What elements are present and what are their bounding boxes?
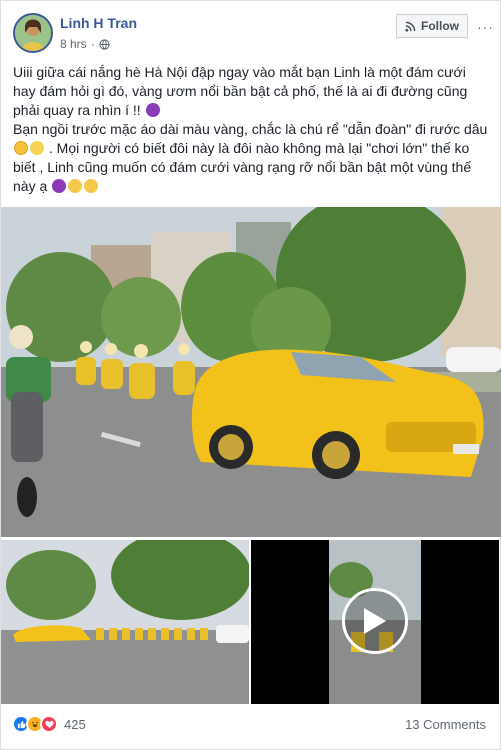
reactions-summary[interactable]: 425 xyxy=(12,715,86,733)
post-text: Uiii giữa cái nắng hè Hà Nội đập ngay và… xyxy=(13,63,491,196)
post-card: Linh H Tran 8 hrs · Follow ··· Uiii giữa… xyxy=(0,0,501,750)
follow-label: Follow xyxy=(421,19,459,33)
grin-emoji-icon xyxy=(68,179,83,193)
ellipsis-icon[interactable]: ··· xyxy=(477,19,494,35)
follow-button[interactable]: Follow xyxy=(396,14,468,38)
main-photo[interactable] xyxy=(1,207,501,537)
comments-count[interactable]: 13 Comments xyxy=(405,717,486,732)
author-name[interactable]: Linh H Tran xyxy=(60,15,137,31)
post-meta: 8 hrs · xyxy=(60,37,110,51)
secondary-photo[interactable] xyxy=(1,540,249,704)
smiling-devil-emoji-icon xyxy=(145,103,160,117)
rss-icon xyxy=(405,21,416,32)
moon-emoji-icon xyxy=(30,141,44,155)
scream-emoji-icon xyxy=(14,141,28,155)
smiling-devil-emoji-icon xyxy=(52,179,67,193)
post-time[interactable]: 8 hrs xyxy=(60,37,87,51)
globe-icon[interactable] xyxy=(99,38,110,50)
avatar[interactable] xyxy=(13,13,53,53)
tongue-emoji-icon xyxy=(84,179,99,193)
play-icon[interactable] xyxy=(342,588,408,654)
post-paragraph-1: Uiii giữa cái nắng hè Hà Nội đập ngay và… xyxy=(13,64,468,118)
reaction-count[interactable]: 425 xyxy=(64,717,86,732)
post-paragraph-2: Bạn ngồi trước mặc áo dài màu vàng, chắc… xyxy=(13,121,488,194)
love-icon xyxy=(40,715,58,733)
video-thumbnail[interactable] xyxy=(251,540,499,704)
